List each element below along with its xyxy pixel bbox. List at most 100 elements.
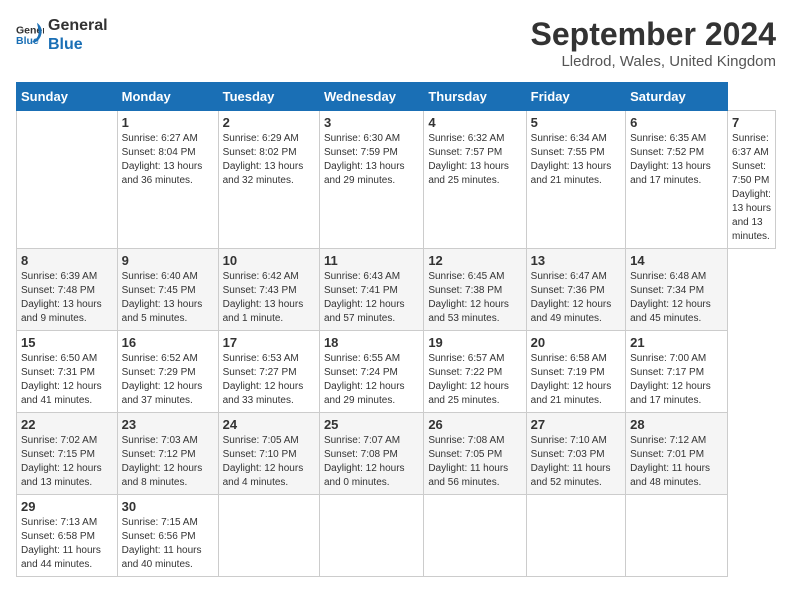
day-detail: Sunrise: 6:39 AMSunset: 7:48 PMDaylight:… (21, 271, 102, 324)
calendar-cell: 15 Sunrise: 6:50 AMSunset: 7:31 PMDaylig… (17, 331, 118, 413)
calendar-cell: 8 Sunrise: 6:39 AMSunset: 7:48 PMDayligh… (17, 249, 118, 331)
day-number: 7 (732, 115, 771, 130)
day-detail: Sunrise: 6:30 AMSunset: 7:59 PMDaylight:… (324, 133, 405, 186)
day-detail: Sunrise: 7:00 AMSunset: 7:17 PMDaylight:… (630, 353, 711, 406)
logo: General Blue General Blue (16, 16, 108, 54)
calendar-cell: 14 Sunrise: 6:48 AMSunset: 7:34 PMDaylig… (626, 249, 728, 331)
day-number: 19 (428, 335, 521, 350)
day-number: 30 (122, 499, 214, 514)
calendar-cell: 29 Sunrise: 7:13 AMSunset: 6:58 PMDaylig… (17, 495, 118, 577)
day-detail: Sunrise: 6:37 AMSunset: 7:50 PMDaylight:… (732, 133, 771, 242)
day-number: 6 (630, 115, 723, 130)
calendar-cell: 11 Sunrise: 6:43 AMSunset: 7:41 PMDaylig… (319, 249, 423, 331)
logo-text-blue: Blue (48, 35, 108, 54)
day-detail: Sunrise: 7:10 AMSunset: 7:03 PMDaylight:… (531, 435, 611, 488)
calendar-cell (424, 495, 526, 577)
logo-icon: General Blue (16, 21, 44, 49)
calendar-cell: 21 Sunrise: 7:00 AMSunset: 7:17 PMDaylig… (626, 331, 728, 413)
calendar-week-3: 15 Sunrise: 6:50 AMSunset: 7:31 PMDaylig… (17, 331, 776, 413)
day-number: 26 (428, 417, 521, 432)
calendar-cell: 18 Sunrise: 6:55 AMSunset: 7:24 PMDaylig… (319, 331, 423, 413)
calendar-cell: 13 Sunrise: 6:47 AMSunset: 7:36 PMDaylig… (526, 249, 625, 331)
calendar-header-saturday: Saturday (626, 83, 728, 111)
page-header: General Blue General Blue September 2024… (16, 16, 776, 70)
day-detail: Sunrise: 6:55 AMSunset: 7:24 PMDaylight:… (324, 353, 405, 406)
day-number: 18 (324, 335, 419, 350)
day-number: 9 (122, 253, 214, 268)
day-number: 24 (223, 417, 315, 432)
day-number: 29 (21, 499, 113, 514)
day-detail: Sunrise: 6:57 AMSunset: 7:22 PMDaylight:… (428, 353, 509, 406)
day-detail: Sunrise: 6:27 AMSunset: 8:04 PMDaylight:… (122, 133, 203, 186)
calendar-cell: 6 Sunrise: 6:35 AMSunset: 7:52 PMDayligh… (626, 111, 728, 249)
page-title: September 2024 (531, 16, 776, 53)
day-detail: Sunrise: 6:48 AMSunset: 7:34 PMDaylight:… (630, 271, 711, 324)
calendar-cell (526, 495, 625, 577)
calendar-week-1: 1 Sunrise: 6:27 AMSunset: 8:04 PMDayligh… (17, 111, 776, 249)
day-detail: Sunrise: 6:47 AMSunset: 7:36 PMDaylight:… (531, 271, 612, 324)
day-detail: Sunrise: 6:40 AMSunset: 7:45 PMDaylight:… (122, 271, 203, 324)
day-detail: Sunrise: 7:05 AMSunset: 7:10 PMDaylight:… (223, 435, 304, 488)
calendar-cell (17, 111, 118, 249)
day-number: 3 (324, 115, 419, 130)
day-number: 5 (531, 115, 621, 130)
day-number: 8 (21, 253, 113, 268)
calendar-header-sunday: Sunday (17, 83, 118, 111)
calendar-cell: 9 Sunrise: 6:40 AMSunset: 7:45 PMDayligh… (117, 249, 218, 331)
day-detail: Sunrise: 7:12 AMSunset: 7:01 PMDaylight:… (630, 435, 710, 488)
calendar-cell: 10 Sunrise: 6:42 AMSunset: 7:43 PMDaylig… (218, 249, 319, 331)
calendar-cell: 3 Sunrise: 6:30 AMSunset: 7:59 PMDayligh… (319, 111, 423, 249)
day-number: 11 (324, 253, 419, 268)
calendar-header-friday: Friday (526, 83, 625, 111)
calendar-cell (218, 495, 319, 577)
calendar-cell: 23 Sunrise: 7:03 AMSunset: 7:12 PMDaylig… (117, 413, 218, 495)
day-detail: Sunrise: 6:42 AMSunset: 7:43 PMDaylight:… (223, 271, 304, 324)
day-number: 23 (122, 417, 214, 432)
day-detail: Sunrise: 7:08 AMSunset: 7:05 PMDaylight:… (428, 435, 508, 488)
calendar-header-wednesday: Wednesday (319, 83, 423, 111)
calendar-week-4: 22 Sunrise: 7:02 AMSunset: 7:15 PMDaylig… (17, 413, 776, 495)
day-detail: Sunrise: 7:03 AMSunset: 7:12 PMDaylight:… (122, 435, 203, 488)
calendar-header-tuesday: Tuesday (218, 83, 319, 111)
calendar-cell: 22 Sunrise: 7:02 AMSunset: 7:15 PMDaylig… (17, 413, 118, 495)
calendar-cell: 28 Sunrise: 7:12 AMSunset: 7:01 PMDaylig… (626, 413, 728, 495)
day-number: 12 (428, 253, 521, 268)
day-detail: Sunrise: 7:13 AMSunset: 6:58 PMDaylight:… (21, 517, 101, 570)
calendar-cell: 4 Sunrise: 6:32 AMSunset: 7:57 PMDayligh… (424, 111, 526, 249)
calendar-header-monday: Monday (117, 83, 218, 111)
calendar-body: 1 Sunrise: 6:27 AMSunset: 8:04 PMDayligh… (17, 111, 776, 577)
day-detail: Sunrise: 6:52 AMSunset: 7:29 PMDaylight:… (122, 353, 203, 406)
day-number: 14 (630, 253, 723, 268)
calendar-cell: 20 Sunrise: 6:58 AMSunset: 7:19 PMDaylig… (526, 331, 625, 413)
day-number: 25 (324, 417, 419, 432)
day-number: 16 (122, 335, 214, 350)
calendar-cell: 2 Sunrise: 6:29 AMSunset: 8:02 PMDayligh… (218, 111, 319, 249)
day-detail: Sunrise: 6:34 AMSunset: 7:55 PMDaylight:… (531, 133, 612, 186)
page-subtitle: Lledrod, Wales, United Kingdom (531, 53, 776, 70)
calendar-cell: 12 Sunrise: 6:45 AMSunset: 7:38 PMDaylig… (424, 249, 526, 331)
calendar-cell: 19 Sunrise: 6:57 AMSunset: 7:22 PMDaylig… (424, 331, 526, 413)
day-number: 2 (223, 115, 315, 130)
day-detail: Sunrise: 6:43 AMSunset: 7:41 PMDaylight:… (324, 271, 405, 324)
day-number: 10 (223, 253, 315, 268)
calendar-cell (626, 495, 728, 577)
day-number: 13 (531, 253, 621, 268)
calendar-table: SundayMondayTuesdayWednesdayThursdayFrid… (16, 82, 776, 577)
logo-text-general: General (48, 16, 108, 35)
day-detail: Sunrise: 7:02 AMSunset: 7:15 PMDaylight:… (21, 435, 102, 488)
calendar-cell: 5 Sunrise: 6:34 AMSunset: 7:55 PMDayligh… (526, 111, 625, 249)
day-number: 17 (223, 335, 315, 350)
calendar-header-row: SundayMondayTuesdayWednesdayThursdayFrid… (17, 83, 776, 111)
calendar-cell: 24 Sunrise: 7:05 AMSunset: 7:10 PMDaylig… (218, 413, 319, 495)
day-detail: Sunrise: 7:15 AMSunset: 6:56 PMDaylight:… (122, 517, 202, 570)
calendar-cell: 16 Sunrise: 6:52 AMSunset: 7:29 PMDaylig… (117, 331, 218, 413)
calendar-week-5: 29 Sunrise: 7:13 AMSunset: 6:58 PMDaylig… (17, 495, 776, 577)
title-block: September 2024 Lledrod, Wales, United Ki… (531, 16, 776, 70)
calendar-week-2: 8 Sunrise: 6:39 AMSunset: 7:48 PMDayligh… (17, 249, 776, 331)
day-number: 20 (531, 335, 621, 350)
calendar-cell: 25 Sunrise: 7:07 AMSunset: 7:08 PMDaylig… (319, 413, 423, 495)
calendar-cell (319, 495, 423, 577)
day-number: 21 (630, 335, 723, 350)
day-number: 1 (122, 115, 214, 130)
day-number: 4 (428, 115, 521, 130)
